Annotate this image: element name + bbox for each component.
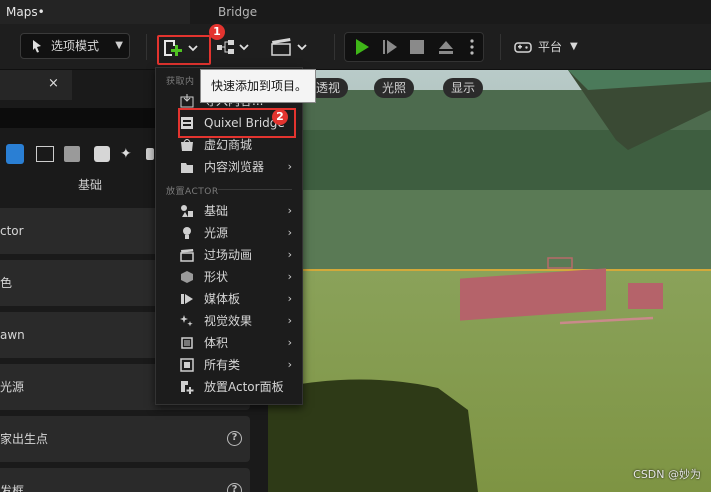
- play-icon[interactable]: [353, 38, 371, 56]
- panel-tab[interactable]: ×: [0, 70, 72, 100]
- show-button[interactable]: 显示: [443, 78, 484, 98]
- menu-section-place-actor: 放置ACTOR: [166, 187, 219, 197]
- menu-divider: [218, 189, 292, 190]
- submenu-arrow-icon: ›: [287, 226, 292, 239]
- submenu-arrow-icon: ›: [287, 160, 292, 173]
- quick-add-tooltip: 快速添加到项目。: [200, 69, 316, 103]
- menu-item-label: 媒体板: [204, 292, 241, 306]
- menu-item-cinematic[interactable]: 过场动画 ›: [156, 244, 302, 266]
- menu-item-lights[interactable]: 光源 ›: [156, 222, 302, 244]
- menu-item-vfx[interactable]: 视觉效果 ›: [156, 310, 302, 332]
- menu-item-label: 内容浏览器: [204, 160, 265, 174]
- submenu-arrow-icon: ›: [287, 292, 292, 305]
- import-icon: [180, 94, 194, 108]
- list-item-label: 发框: [0, 484, 25, 492]
- stop-icon[interactable]: [409, 39, 425, 55]
- list-item-label: 家出生点: [0, 432, 49, 446]
- menu-item-label: 放置Actor面板: [204, 380, 284, 394]
- step-badge-2: 2: [272, 109, 288, 125]
- list-item[interactable]: 家出生点?: [0, 416, 250, 462]
- folder-icon: [181, 163, 193, 173]
- menu-item-label: 视觉效果: [204, 314, 253, 328]
- list-item-label: 光源: [0, 380, 25, 394]
- close-icon[interactable]: ×: [48, 76, 59, 91]
- menu-item-media[interactable]: 媒体板 ›: [156, 288, 302, 310]
- submenu-arrow-icon: ›: [287, 336, 292, 349]
- platforms-button[interactable]: 平台 ▼: [514, 37, 594, 57]
- menu-item-place-actor-panel[interactable]: 放置Actor面板: [156, 376, 302, 398]
- submenu-arrow-icon: ›: [287, 358, 292, 371]
- menu-item-label: 所有类: [204, 358, 241, 372]
- media-category-icon[interactable]: [94, 146, 110, 162]
- volume-category-icon[interactable]: [146, 148, 154, 160]
- menu-item-shapes[interactable]: 形状 ›: [156, 266, 302, 288]
- cinematic-category-icon[interactable]: [36, 146, 54, 162]
- help-icon[interactable]: ?: [227, 483, 242, 492]
- menu-section-get-content: 获取内: [166, 77, 195, 87]
- blueprint-button[interactable]: [216, 37, 254, 57]
- media-icon: [181, 294, 193, 304]
- basic-icon: [181, 205, 193, 217]
- level-tab[interactable]: Maps•: [0, 0, 190, 24]
- shape-category-icon[interactable]: [64, 146, 80, 162]
- perspective-label: 透视: [316, 81, 341, 95]
- cinematics-button[interactable]: [270, 37, 310, 57]
- menu-item-label: 体积: [204, 336, 229, 350]
- platform-icon: [514, 42, 532, 53]
- light-icon: [183, 227, 191, 239]
- select-mode-icon: [33, 40, 41, 53]
- lit-mode-button[interactable]: 光照: [374, 78, 415, 98]
- menu-item-content-browser[interactable]: 内容浏览器 ›: [156, 156, 302, 178]
- title-bar: Maps• Bridge: [0, 0, 711, 24]
- toolbar-divider: [334, 34, 335, 60]
- list-item-label: 色: [0, 276, 13, 290]
- toolbar-divider: [146, 34, 147, 60]
- list-item-label: awn: [0, 328, 25, 342]
- recent-category-icon[interactable]: [6, 144, 24, 164]
- list-item-label: ctor: [0, 224, 24, 238]
- step-icon[interactable]: [381, 38, 399, 56]
- help-icon[interactable]: ?: [227, 431, 242, 446]
- marketplace-icon: [181, 139, 193, 151]
- category-icon-row: ✦: [0, 142, 160, 166]
- play-controls: [344, 32, 484, 62]
- more-options-icon[interactable]: [469, 38, 475, 56]
- mode-selector-label: 选项模式: [51, 39, 100, 53]
- level-viewport[interactable]: 透视 光照 显示 CSDN @妙为: [268, 70, 711, 492]
- viewport-scene: [268, 70, 711, 492]
- vfx-category-icon[interactable]: ✦: [120, 146, 136, 162]
- lit-mode-label: 光照: [382, 81, 407, 95]
- toolbar-divider: [500, 34, 501, 60]
- menu-item-volumes[interactable]: 体积 ›: [156, 332, 302, 354]
- category-heading: 基础: [77, 178, 102, 192]
- menu-item-label: 光源: [204, 226, 229, 240]
- shape-icon: [181, 271, 193, 283]
- chevron-down-icon: ▼: [115, 40, 123, 51]
- platforms-label: 平台: [538, 40, 563, 54]
- menu-item-label: 形状: [204, 270, 229, 284]
- list-item[interactable]: 发框?: [0, 468, 250, 492]
- cinematic-icon: [180, 249, 194, 262]
- submenu-arrow-icon: ›: [287, 204, 292, 217]
- mode-selector-button[interactable]: 选项模式 ▼: [20, 33, 130, 59]
- chevron-down-icon: ▼: [570, 41, 578, 52]
- eject-icon[interactable]: [437, 38, 455, 56]
- all-classes-icon: [180, 358, 194, 372]
- vfx-icon: [180, 315, 193, 327]
- submenu-arrow-icon: ›: [287, 270, 292, 283]
- watermark: CSDN @妙为: [633, 468, 701, 481]
- quick-add-highlight: [157, 35, 211, 65]
- place-actor-icon: [181, 381, 194, 394]
- submenu-arrow-icon: ›: [287, 314, 292, 327]
- volume-icon: [181, 337, 193, 349]
- menu-item-label: 基础: [204, 204, 229, 218]
- menu-item-label: 过场动画: [204, 248, 253, 262]
- window-title: Bridge: [218, 5, 258, 19]
- menu-item-all-classes[interactable]: 所有类 ›: [156, 354, 302, 376]
- submenu-arrow-icon: ›: [287, 248, 292, 261]
- menu-item-basic[interactable]: 基础 ›: [156, 200, 302, 222]
- show-label: 显示: [451, 81, 476, 95]
